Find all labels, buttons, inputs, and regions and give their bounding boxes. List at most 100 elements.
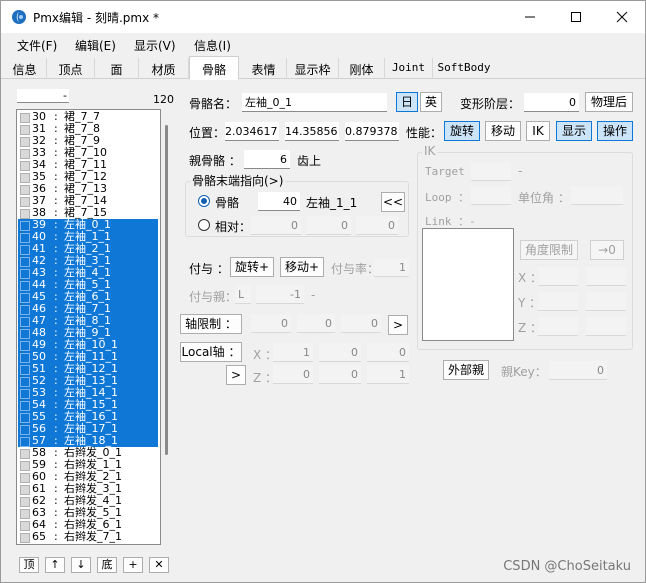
bone-list[interactable]: 30: 裙_7_7 31: 裙_7_8 32: 裙_7_9 33: 裙_7_10 34: 裙_7_… (16, 109, 161, 545)
minimize-button[interactable] (507, 1, 553, 33)
ik-z-min-input[interactable] (538, 317, 578, 336)
row-marker (20, 449, 30, 459)
external-parent-toggle[interactable]: 外部親 (443, 360, 489, 380)
tail-bone-label: 骨骼 (215, 196, 240, 210)
remove-bone-button[interactable]: ✕ (149, 557, 169, 573)
lang-en-toggle[interactable]: 英 (420, 92, 442, 112)
menu-view[interactable]: 显示(V) (134, 37, 176, 54)
after-physics-toggle[interactable]: 物理后 (585, 92, 633, 112)
row-marker (20, 161, 30, 171)
grant-move-toggle[interactable]: 移动+ (280, 257, 324, 277)
axis-limit-toggle[interactable]: 轴限制 ： (180, 314, 242, 334)
row-marker (20, 341, 30, 351)
tail-bone-name: 左袖_1_1 (306, 196, 358, 210)
operate-toggle[interactable]: 操作 (597, 121, 633, 141)
tab-bone[interactable]: 骨骼 (189, 56, 239, 80)
tail-bone-radio[interactable] (198, 195, 210, 207)
tail-relative-radio[interactable] (198, 219, 210, 231)
tab-info[interactable]: 信息 (3, 58, 47, 79)
local-axis-button[interactable]: > (226, 365, 246, 385)
ik-unit-angle-input[interactable] (571, 186, 623, 205)
tab-display-frame[interactable]: 显示枠 (287, 58, 339, 79)
move-bottom-button[interactable]: 底 (97, 557, 117, 573)
ik-loop-input[interactable] (471, 186, 511, 205)
grant-rate-input[interactable]: 1 (374, 258, 409, 277)
row-name: 右辫发_7_1 (64, 530, 122, 543)
list-scrollbar[interactable] (163, 109, 171, 545)
tab-vertex[interactable]: 顶点 (47, 58, 95, 79)
tail-bone-input[interactable]: 40 (258, 192, 300, 211)
parent-bone-input[interactable]: 6 (244, 150, 290, 169)
local-x2-input[interactable]: 0 (319, 343, 361, 362)
local-z2-input[interactable]: 0 (319, 365, 361, 384)
move-up-button[interactable]: ↑ (45, 557, 65, 573)
row-marker (20, 425, 30, 435)
position-z-input[interactable]: 0.879378 (345, 122, 399, 141)
row-marker (20, 317, 30, 327)
ik-x-max-input[interactable] (586, 267, 626, 286)
maximize-button[interactable] (553, 1, 599, 33)
local-z3-input[interactable]: 1 (367, 365, 409, 384)
axis-y-input[interactable]: 0 (297, 314, 335, 333)
grant-rotate-toggle[interactable]: 旋转+ (230, 257, 274, 277)
tail-select-button[interactable]: << (381, 192, 405, 212)
relative-z-input[interactable]: 0 (356, 216, 398, 235)
bone-name-input[interactable]: 左袖_0_1 (242, 93, 387, 112)
position-x-input[interactable]: 2.034617 (225, 122, 279, 141)
axis-x-input[interactable]: 0 (251, 314, 291, 333)
ik-y-max-input[interactable] (586, 292, 626, 311)
ik-link-list[interactable] (422, 228, 514, 341)
tab-face[interactable]: 面 (95, 58, 139, 79)
tab-rigidbody[interactable]: 刚体 (339, 58, 385, 79)
scrollbar-thumb[interactable] (165, 125, 168, 455)
row-marker (20, 221, 30, 231)
ik-target-input[interactable] (471, 162, 511, 181)
angle-limit-toggle[interactable]: 角度限制 (520, 240, 578, 260)
move-down-button[interactable]: ↓ (71, 557, 91, 573)
tab-morph[interactable]: 表情 (241, 58, 287, 79)
visible-toggle[interactable]: 显示 (556, 121, 592, 141)
lang-jp-toggle[interactable]: 日 (396, 92, 418, 112)
external-key-input[interactable]: 0 (549, 361, 607, 380)
tab-material[interactable]: 材质 (139, 58, 189, 79)
menu-info[interactable]: 信息(I) (194, 37, 231, 54)
bone-count: 120 (153, 93, 174, 106)
menu-edit[interactable]: 编辑(E) (75, 37, 116, 54)
position-y-input[interactable]: 14.35856 (285, 122, 339, 141)
grant-parent-input[interactable]: -1 (256, 285, 304, 304)
grant-rate-label: 付与率： (331, 262, 380, 276)
axis-z-input[interactable]: 0 (341, 314, 381, 333)
watermark: CSDN @ChoSeitaku (503, 559, 631, 574)
row-marker (20, 437, 30, 447)
rotate-toggle[interactable]: 旋转 (444, 121, 480, 141)
ik-toggle[interactable]: IK (526, 121, 550, 141)
row-marker (20, 413, 30, 423)
move-top-button[interactable]: 顶 (19, 557, 39, 573)
filter-input[interactable]: - (17, 89, 69, 103)
deform-level-input[interactable]: 0 (524, 93, 579, 112)
add-bone-button[interactable]: + (123, 557, 143, 573)
axis-limit-button[interactable]: > (388, 315, 408, 335)
row-marker (20, 497, 30, 507)
row-marker (20, 377, 30, 387)
row-marker (20, 293, 30, 303)
local-x3-input[interactable]: 0 (367, 343, 409, 362)
local-axis-toggle[interactable]: Local轴 ： (180, 342, 242, 362)
relative-x-input[interactable]: 0 (251, 216, 301, 235)
relative-y-input[interactable]: 0 (306, 216, 351, 235)
ik-x-min-input[interactable] (538, 267, 578, 286)
local-x1-input[interactable]: 1 (273, 343, 313, 362)
ik-z-max-input[interactable] (586, 317, 626, 336)
grant-parent-local[interactable]: L (235, 285, 251, 304)
menu-file[interactable]: 文件(F) (17, 37, 57, 54)
tab-softbody[interactable]: SoftBody (433, 58, 495, 79)
ik-y-min-input[interactable] (538, 292, 578, 311)
zero-angle-button[interactable]: →0 (590, 240, 624, 260)
row-marker (20, 233, 30, 243)
move-toggle[interactable]: 移动 (485, 121, 521, 141)
close-button[interactable] (599, 1, 645, 33)
tab-joint[interactable]: Joint (385, 58, 433, 79)
local-z1-input[interactable]: 0 (273, 365, 313, 384)
list-item[interactable]: 65: 右辫发_7_1 (18, 531, 158, 543)
row-marker (20, 185, 30, 195)
